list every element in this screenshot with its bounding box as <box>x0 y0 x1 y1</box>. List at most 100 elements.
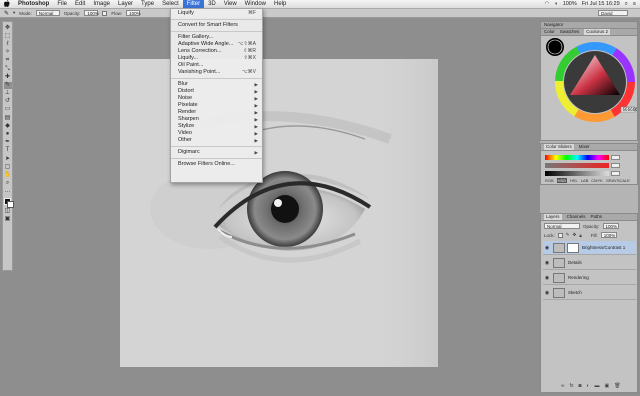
dodge-tool-icon[interactable]: ● <box>4 131 12 138</box>
layer-mask-thumbnail[interactable] <box>567 242 579 253</box>
filter-menu-item[interactable]: Sharpen ▶ <box>171 116 262 123</box>
filter-menu-item[interactable]: Blur ▶ <box>171 81 262 88</box>
flow-field[interactable]: 100% <box>126 10 141 16</box>
menu-view[interactable]: View <box>220 0 241 8</box>
filter-menu-item[interactable]: Filter Gallery... <box>171 34 262 41</box>
quick-select-tool-icon[interactable]: ✧ <box>4 49 12 56</box>
filter-menu-item[interactable]: Oil Paint... <box>171 62 262 69</box>
opacity-field[interactable]: 100% <box>84 10 99 16</box>
new-group-icon[interactable]: ▬ <box>595 383 600 389</box>
apple-menu-icon[interactable] <box>0 0 14 9</box>
type-tool-icon[interactable]: T <box>4 147 12 154</box>
menu-select[interactable]: Select <box>158 0 183 8</box>
history-brush-tool-icon[interactable]: ↺ <box>4 98 12 105</box>
filter-menu-item[interactable]: Noise ▶ <box>171 95 262 102</box>
visibility-eye-icon[interactable]: ◉ <box>543 260 551 266</box>
clone-stamp-tool-icon[interactable]: ⊥ <box>4 90 12 97</box>
tab-layers[interactable]: Layers <box>544 214 562 220</box>
adjustment-layer-icon[interactable]: ◐ <box>587 383 590 389</box>
add-mask-icon[interactable]: ◙ <box>578 383 581 389</box>
saturation-slider[interactable] <box>545 162 620 169</box>
link-layers-icon[interactable]: ∞ <box>561 383 565 389</box>
menu-file[interactable]: File <box>53 0 71 8</box>
filter-menu-item[interactable]: Digimarc ▶ <box>171 149 262 156</box>
tab-color-sliders[interactable]: Color Sliders <box>544 144 574 150</box>
saturation-value-field[interactable] <box>611 163 620 168</box>
new-layer-icon[interactable]: ▣ <box>605 383 610 389</box>
lasso-tool-icon[interactable]: ℓ <box>4 41 12 48</box>
layer-opacity-field[interactable]: 100% <box>602 223 619 229</box>
filter-menu-item[interactable]: Video ▶ <box>171 130 262 137</box>
lock-pixels-icon[interactable]: ✎ <box>566 232 570 238</box>
filter-menu-item[interactable]: Adaptive Wide Angle... ⌥⇧⌘A <box>171 41 262 48</box>
menu-3d[interactable]: 3D <box>204 0 220 8</box>
brightness-value-field[interactable] <box>611 171 620 176</box>
zoom-tool-icon[interactable]: ⌕ <box>4 180 12 187</box>
lock-position-icon[interactable]: ✥ <box>573 232 577 238</box>
mode-cmyk[interactable]: CMYK <box>591 178 603 183</box>
hue-slider[interactable] <box>545 154 620 161</box>
blur-tool-icon[interactable]: ◆ <box>4 123 12 130</box>
menu-help[interactable]: Help <box>270 0 290 8</box>
filter-menu-item[interactable]: Pixelate ▶ <box>171 102 262 109</box>
menu-image[interactable]: Image <box>89 0 114 8</box>
notification-icon[interactable]: ≡ <box>633 1 636 7</box>
mode-lab[interactable]: LAB <box>581 178 589 183</box>
brush-preset-icon[interactable]: ✎ <box>4 10 9 17</box>
color-swatches[interactable] <box>3 197 14 208</box>
visibility-eye-icon[interactable]: ◉ <box>543 290 551 296</box>
layer-row[interactable]: ◉ Rendering <box>543 271 636 285</box>
spotlight-icon[interactable]: ⌕ <box>625 1 628 8</box>
menu-filter[interactable]: Filter <box>182 0 205 8</box>
delete-layer-icon[interactable]: 🗑︎ <box>614 383 620 389</box>
menu-type[interactable]: Type <box>137 0 158 8</box>
document-canvas[interactable] <box>120 59 438 367</box>
filter-menu-item[interactable]: Vanishing Point... ⌥⌘V <box>171 69 262 76</box>
layer-row[interactable]: ◉ Details <box>543 256 636 270</box>
filter-menu-item[interactable]: Distort ▶ <box>171 88 262 95</box>
brush-size-readout[interactable]: ▾ <box>13 10 15 16</box>
edit-toolbar-icon[interactable]: … <box>4 188 12 195</box>
pen-tool-icon[interactable]: ✒ <box>4 139 12 146</box>
layer-row[interactable]: ◉ Brightness/Contrast 1 <box>543 241 636 255</box>
quick-mask-icon[interactable]: ◫ <box>4 208 12 215</box>
visibility-eye-icon[interactable]: ◉ <box>543 275 551 281</box>
filter-menu-item[interactable]: Other ▶ <box>171 137 262 144</box>
hue-value-field[interactable] <box>611 155 620 160</box>
gradient-tool-icon[interactable]: ▤ <box>4 115 12 122</box>
workspace-select[interactable]: David <box>598 10 628 16</box>
layer-row[interactable]: ◉ Sketch <box>543 286 636 300</box>
mode-rgb[interactable]: RGB <box>545 178 554 183</box>
hand-tool-icon[interactable]: ✋ <box>4 172 12 179</box>
filter-menu-item[interactable]: Lens Correction... ⇧⌘R <box>171 48 262 55</box>
filter-menu-item[interactable]: Liquify... ⇧⌘X <box>171 55 262 62</box>
blend-mode-select[interactable]: Normal <box>544 223 580 229</box>
mode-hsb[interactable]: HSB <box>556 178 567 183</box>
mode-select[interactable]: Normal <box>35 10 60 16</box>
pressure-opacity-toggle[interactable] <box>102 10 108 16</box>
filter-menu-item[interactable]: Browse Filters Online... <box>171 161 262 168</box>
menu-edit[interactable]: Edit <box>71 0 89 8</box>
lock-transparency-icon[interactable] <box>557 232 563 238</box>
screen-mode-icon[interactable]: ▣ <box>4 216 12 223</box>
marquee-tool-icon[interactable]: ⬚ <box>4 33 12 40</box>
path-select-tool-icon[interactable]: ➤ <box>4 156 12 163</box>
lock-all-icon[interactable]: 🔒︎ <box>579 233 581 238</box>
filter-menu-item[interactable]: Stylize ▶ <box>171 123 262 130</box>
background-color-swatch[interactable] <box>6 200 14 208</box>
mode-grayscale[interactable]: GRAYSCALE <box>606 178 630 183</box>
crop-tool-icon[interactable]: ⌗ <box>4 57 12 64</box>
tab-mixer[interactable]: Mixer <box>579 144 590 150</box>
layer-style-icon[interactable]: fx <box>570 383 574 389</box>
tab-navigator[interactable]: Navigator <box>544 22 563 28</box>
menu-app-name[interactable]: Photoshop <box>14 0 53 8</box>
healing-tool-icon[interactable]: ✚ <box>4 74 12 81</box>
menu-window[interactable]: Window <box>241 0 270 8</box>
eyedropper-tool-icon[interactable]: ⤡ <box>4 66 12 73</box>
brightness-slider[interactable] <box>545 170 620 177</box>
wifi-icon[interactable]: ◠ <box>545 1 550 7</box>
fill-field[interactable]: 100% <box>600 232 617 238</box>
filter-menu-item[interactable]: Liquify ⌘F <box>171 10 262 17</box>
brush-tool-icon[interactable]: ✎ <box>3 81 12 89</box>
filter-menu-item[interactable]: Render ▶ <box>171 109 262 116</box>
